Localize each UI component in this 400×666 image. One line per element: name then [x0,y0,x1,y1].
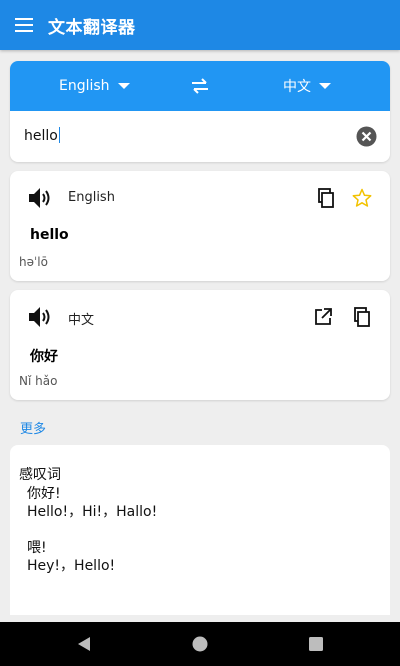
definition-word: 你好! [27,486,61,502]
definition-entry: 喂! Hey!，Hello! [27,539,157,575]
source-result-card: English hello həˈlō [10,171,390,281]
menu-icon [15,18,33,32]
speaker-icon[interactable] [28,187,52,209]
back-icon[interactable] [75,635,93,653]
source-card-language: English [68,190,115,205]
target-result-card: 中文 你好 Nǐ hǎo [10,290,390,400]
text-cursor [58,127,61,143]
translate-input-card: English 中文 hello [10,61,390,162]
text-input[interactable]: hello [24,127,61,144]
home-icon[interactable] [191,635,209,653]
target-text: 你好 [30,349,58,365]
target-language-label: 中文 [283,79,311,95]
recents-icon[interactable] [307,635,325,653]
chevron-down-icon [117,83,130,89]
app-title: 文本翻译器 [48,17,136,38]
source-phonetic: həˈlō [19,255,48,269]
more-link[interactable]: 更多 [20,418,46,437]
language-bar: English 中文 [10,61,390,111]
open-external-icon[interactable] [313,307,333,327]
copy-icon[interactable] [316,188,336,208]
target-card-language: 中文 [68,313,95,328]
text-input-value: hello [24,128,58,144]
source-language-label: English [59,78,110,94]
part-of-speech: 感叹词 [19,467,61,483]
target-phonetic: Nǐ hǎo [19,374,58,388]
definition-entry: 你好! Hello!，Hi!，Hallo! [27,485,157,521]
system-nav-bar [0,622,400,666]
definition-word: 喂! [27,540,47,556]
chevron-down-icon [319,83,331,89]
swap-languages-button[interactable] [190,76,210,96]
dictionary-card: 感叹词 你好! Hello!，Hi!，Hallo! 喂! Hey!，Hello! [10,445,390,615]
app-bar: 文本翻译器 [0,0,400,50]
source-language-dropdown[interactable]: English [59,61,130,111]
source-text: hello [30,227,69,243]
menu-button[interactable] [0,0,48,50]
text-input-row[interactable]: hello [10,111,390,162]
definition-translations: Hello!，Hi!，Hallo! [27,504,158,520]
copy-icon[interactable] [352,307,372,327]
star-icon[interactable] [352,188,372,208]
definition-translations: Hey!，Hello! [27,558,116,574]
speaker-icon[interactable] [28,306,52,328]
definition-list: 你好! Hello!，Hi!，Hallo! 喂! Hey!，Hello! [27,485,157,593]
target-language-dropdown[interactable]: 中文 [283,61,331,111]
clear-input-button[interactable] [356,126,377,147]
